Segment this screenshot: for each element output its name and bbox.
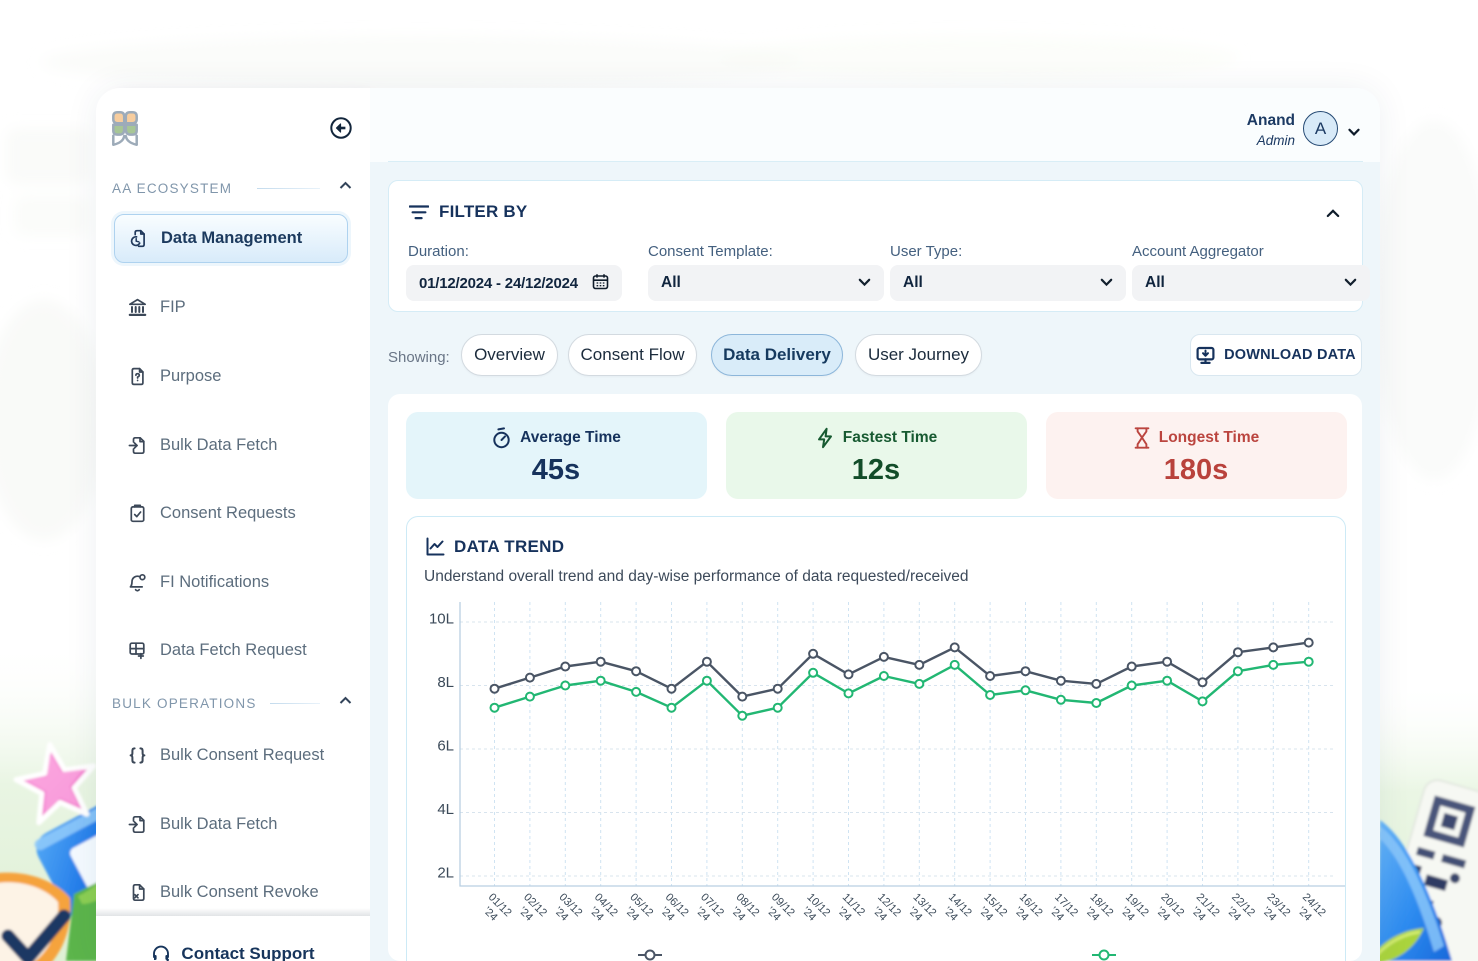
svg-text:4L: 4L [437, 801, 454, 818]
svg-text:8L: 8L [437, 674, 454, 691]
svg-text:2L: 2L [437, 865, 454, 882]
svg-text:6L: 6L [437, 738, 454, 755]
svg-text:10L: 10L [429, 611, 454, 628]
